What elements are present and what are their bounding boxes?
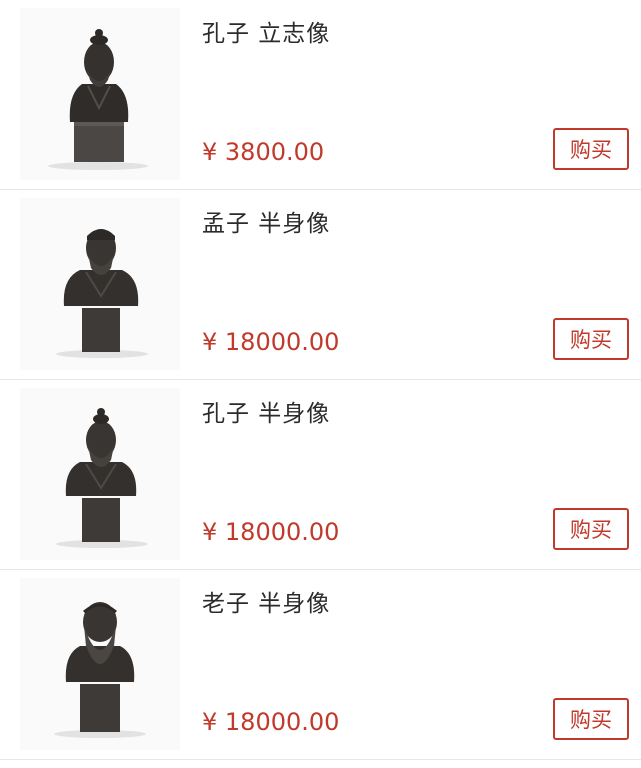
buy-button[interactable]: 购买: [553, 698, 629, 740]
product-name[interactable]: 孟子 半身像: [202, 204, 330, 238]
buy-button[interactable]: 购买: [553, 128, 629, 170]
mencius-bust-icon: [20, 198, 180, 370]
product-name[interactable]: 老子 半身像: [202, 584, 330, 618]
product-image[interactable]: [20, 578, 180, 750]
product-price: ¥ 18000.00: [202, 328, 340, 356]
product-image[interactable]: [20, 8, 180, 180]
list-item[interactable]: 孟子 半身像 ¥ 18000.00 购买: [0, 190, 641, 380]
confucius-standing-statue-icon: [20, 8, 180, 180]
list-item[interactable]: 孔子 立志像 ¥ 3800.00 购买: [0, 0, 641, 190]
product-price: ¥ 18000.00: [202, 708, 340, 736]
product-price: ¥ 18000.00: [202, 518, 340, 546]
product-image[interactable]: [20, 388, 180, 560]
product-name[interactable]: 孔子 立志像: [202, 14, 330, 48]
product-image[interactable]: [20, 198, 180, 370]
confucius-bust-icon: [20, 388, 180, 560]
list-item[interactable]: 孔子 半身像 ¥ 18000.00 购买: [0, 380, 641, 570]
product-name[interactable]: 孔子 半身像: [202, 394, 330, 428]
product-list: 孔子 立志像 ¥ 3800.00 购买 孟子 半身像 ¥ 18000.00 购买: [0, 0, 641, 768]
laozi-bust-icon: [20, 578, 180, 750]
buy-button[interactable]: 购买: [553, 508, 629, 550]
product-price: ¥ 3800.00: [202, 138, 325, 166]
buy-button[interactable]: 购买: [553, 318, 629, 360]
list-item[interactable]: 老子 半身像 ¥ 18000.00 购买: [0, 570, 641, 760]
